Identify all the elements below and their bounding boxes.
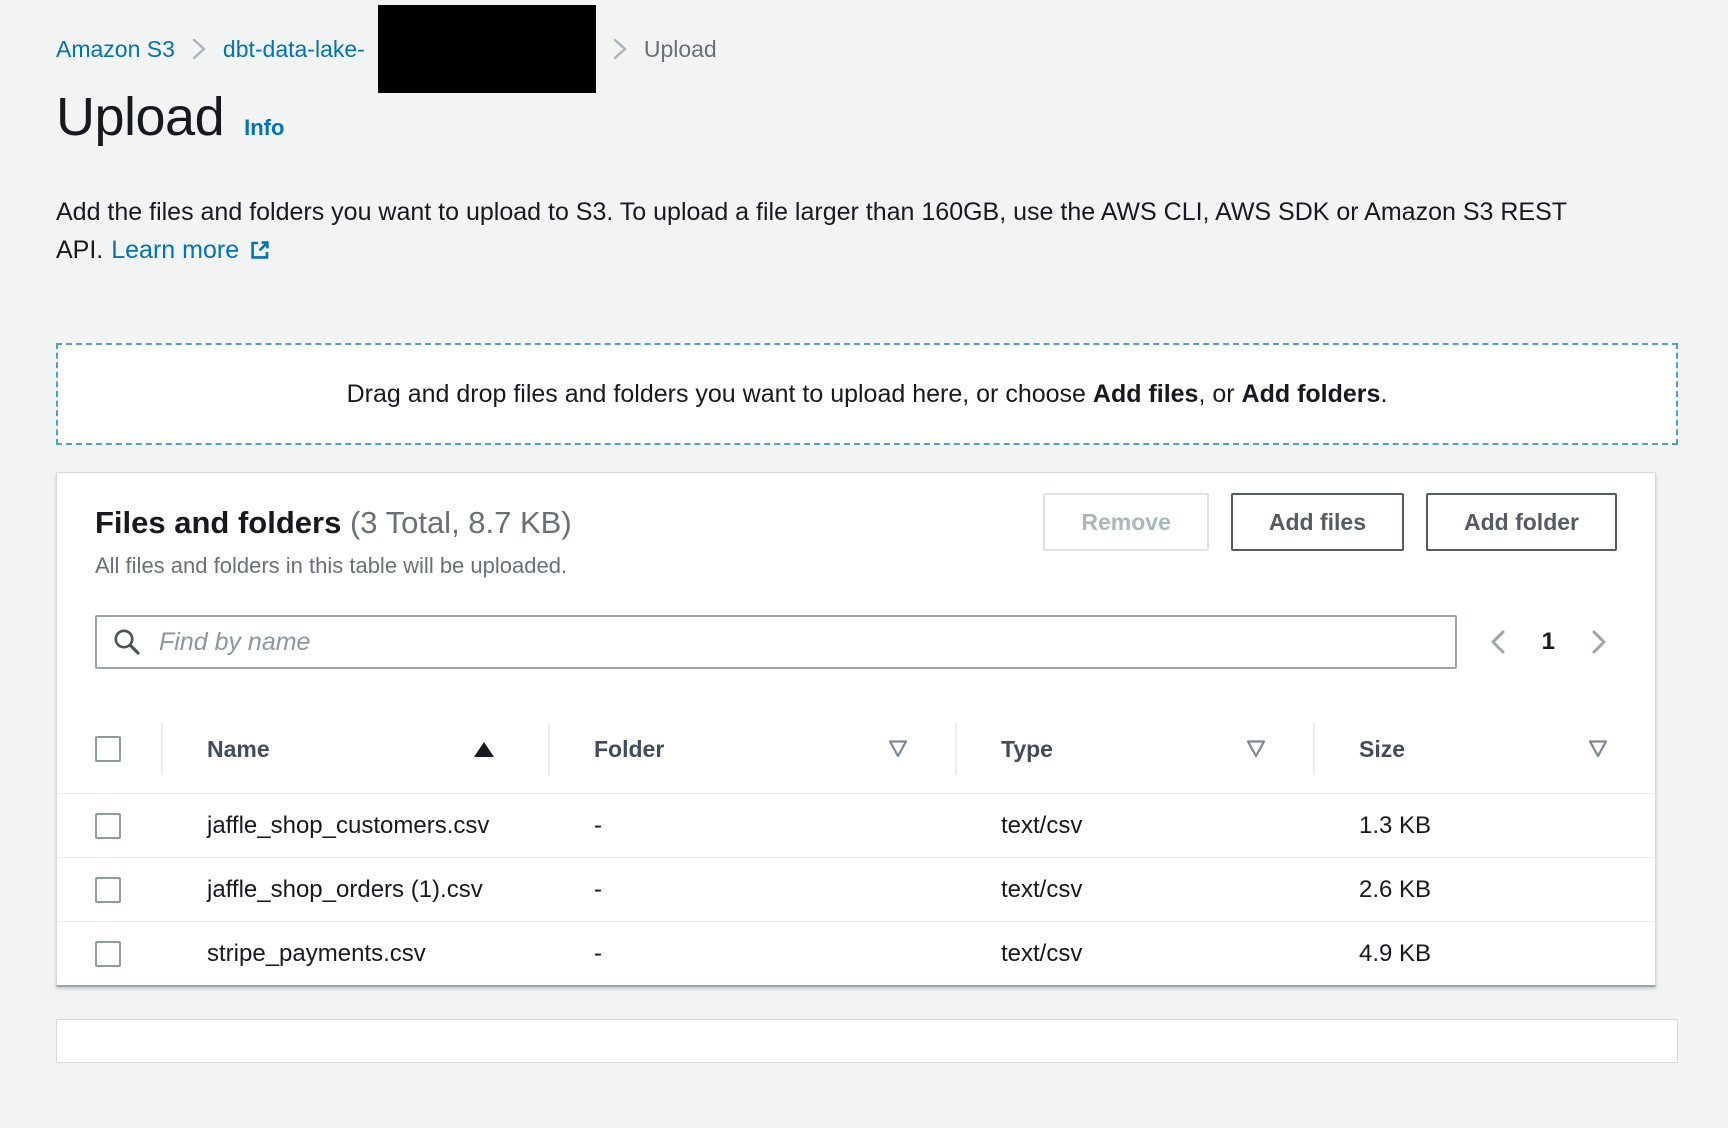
external-link-icon [248, 235, 272, 273]
dropzone-add-folders-label: Add folders [1242, 380, 1381, 408]
table-row: jaffle_shop_customers.csv - text/csv 1.3… [57, 794, 1655, 858]
pagination-prev-icon[interactable] [1486, 627, 1510, 657]
file-name: jaffle_shop_orders (1).csv [207, 874, 483, 905]
table-row: jaffle_shop_orders (1).csv - text/csv 2.… [57, 858, 1655, 922]
filter-icon[interactable] [1245, 739, 1267, 759]
file-type: text/csv [955, 858, 1313, 921]
search-row: 1 [95, 615, 1617, 669]
file-size: 1.3 KB [1313, 794, 1655, 857]
dropzone-text: Drag and drop files and folders you want… [347, 380, 1388, 409]
breadcrumb-bucket[interactable]: dbt-data-lake- [223, 36, 365, 63]
learn-more-link[interactable]: Learn more [111, 236, 239, 264]
breadcrumb-chevron-icon [613, 37, 627, 61]
table-header-row: Name Folder Type Size [57, 705, 1655, 794]
s3-upload-page: Amazon S3 dbt-data-lake- Upload Upload I… [0, 0, 1728, 1063]
page-title-row: Upload Info [56, 88, 1728, 147]
filter-icon[interactable] [1587, 739, 1609, 759]
select-all-checkbox[interactable] [95, 736, 121, 762]
next-section-panel-partial [56, 1019, 1678, 1063]
row-checkbox[interactable] [95, 813, 121, 839]
table-row: stripe_payments.csv - text/csv 4.9 KB [57, 922, 1655, 985]
panel-title: Files and folders (3 Total, 8.7 KB) [95, 505, 572, 541]
row-checkbox[interactable] [95, 877, 121, 903]
breadcrumb-chevron-icon [192, 37, 206, 61]
search-input[interactable] [95, 615, 1457, 669]
panel-actions: Remove Add files Add folder [1043, 493, 1617, 551]
dropzone-add-files-label: Add files [1093, 380, 1199, 408]
breadcrumb-current-page: Upload [644, 36, 717, 63]
select-all-cell [57, 705, 161, 793]
panel-subtitle: All files and folders in this table will… [95, 553, 572, 579]
panel-header: Files and folders (3 Total, 8.7 KB) All … [95, 493, 1617, 579]
pagination-next-icon[interactable] [1587, 627, 1611, 657]
panel-counter: (3 Total, 8.7 KB) [350, 505, 572, 540]
files-and-folders-panel: Files and folders (3 Total, 8.7 KB) All … [56, 472, 1656, 987]
file-folder: - [548, 858, 955, 921]
column-header-size[interactable]: Size [1313, 705, 1655, 793]
file-folder: - [548, 794, 955, 857]
filter-icon[interactable] [887, 739, 909, 759]
file-name: jaffle_shop_customers.csv [207, 810, 489, 841]
column-header-name[interactable]: Name [161, 705, 548, 793]
redacted-bucket-name [378, 5, 596, 93]
breadcrumb-amazon-s3[interactable]: Amazon S3 [56, 36, 175, 63]
breadcrumb: Amazon S3 dbt-data-lake- Upload [0, 0, 1728, 64]
pagination: 1 [1486, 627, 1617, 657]
remove-button[interactable]: Remove [1043, 493, 1208, 551]
info-link[interactable]: Info [244, 115, 284, 141]
file-folder: - [548, 922, 955, 985]
column-label-name: Name [207, 733, 270, 765]
file-size: 4.9 KB [1313, 922, 1655, 985]
search-icon [112, 627, 142, 657]
column-label-size: Size [1359, 733, 1405, 765]
dropzone[interactable]: Drag and drop files and folders you want… [56, 343, 1678, 445]
sort-ascending-icon [474, 742, 494, 757]
row-checkbox[interactable] [95, 941, 121, 967]
file-name: stripe_payments.csv [207, 938, 426, 969]
column-label-type: Type [1001, 733, 1053, 765]
file-type: text/csv [955, 794, 1313, 857]
add-folder-button[interactable]: Add folder [1426, 493, 1617, 551]
column-label-folder: Folder [594, 733, 664, 765]
column-header-type[interactable]: Type [955, 705, 1313, 793]
column-header-folder[interactable]: Folder [548, 705, 955, 793]
add-files-button[interactable]: Add files [1231, 493, 1404, 551]
description-text: Add the files and folders you want to up… [56, 198, 1567, 264]
file-type: text/csv [955, 922, 1313, 985]
files-table: Name Folder Type Size [57, 705, 1655, 985]
current-page-number[interactable]: 1 [1542, 628, 1555, 656]
file-size: 2.6 KB [1313, 858, 1655, 921]
page-title: Upload [56, 88, 224, 147]
page-description: Add the files and folders you want to up… [56, 193, 1668, 273]
